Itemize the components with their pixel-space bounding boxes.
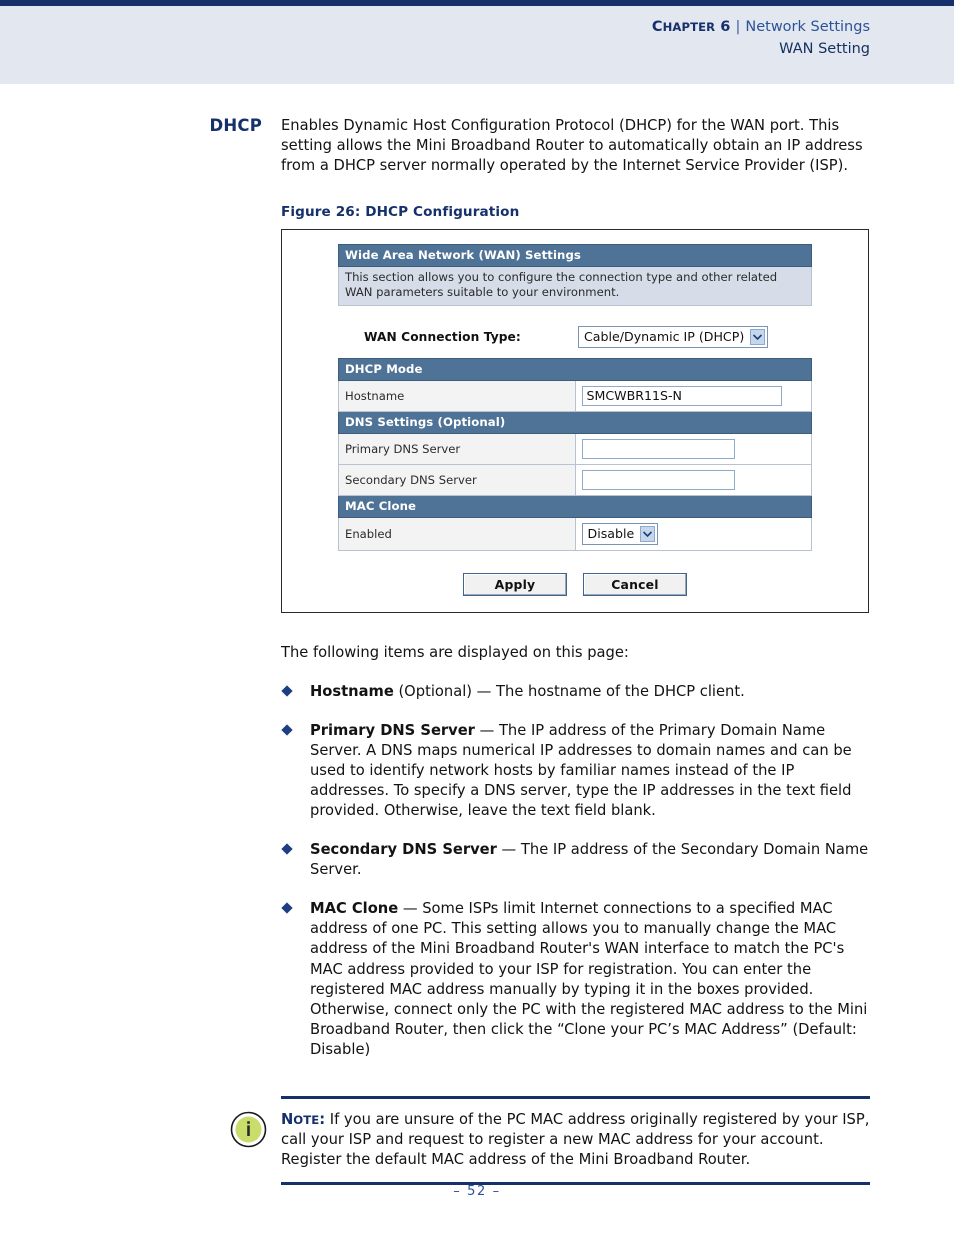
wan-connection-type-label: WAN Connection Type: [364,329,521,344]
page-running-header: CHAPTER 6 | Network Settings WAN Setting [0,0,954,84]
row-label-secondary-dns: Secondary DNS Server [338,463,576,496]
chapter-line: CHAPTER 6 | Network Settings [652,17,870,37]
wan-settings-title-bar: Wide Area Network (WAN) Settings [338,244,812,268]
dhcp-description-paragraph: Enables Dynamic Host Configuration Proto… [281,117,863,175]
section-bar-label: DNS Settings (Optional) [338,410,812,434]
dhcp-section: DHCP Enables Dynamic Host Configuration … [0,116,954,176]
figure-caption: Figure 26: DHCP Configuration [281,204,520,221]
figure-frame: Wide Area Network (WAN) Settings This se… [281,229,869,613]
diamond-bullet-icon [281,902,293,915]
diamond-bullet-icon [281,724,293,736]
diamond-bullet-icon [281,843,293,855]
list-item-term: Secondary DNS Server [310,841,497,859]
dhcp-settings-table: DHCP Mode Hostname SMCWBR11S-N DNS Setti… [338,357,812,551]
list-item: Hostname (Optional) — The hostname of th… [281,682,870,702]
note-label: NOTE: [281,1110,326,1128]
items-intro-text: The following items are displayed on thi… [281,643,629,661]
form-button-row: Apply Cancel [338,572,812,596]
row-field-secondary-dns [574,463,812,496]
wan-settings-description: This section allows you to configure the… [338,267,812,306]
table-row-hostname: Hostname SMCWBR11S-N [338,379,812,412]
chevron-down-icon[interactable] [750,328,766,345]
apply-button[interactable]: Apply [463,572,567,596]
items-bullet-list: Hostname (Optional) — The hostname of th… [281,682,870,1060]
row-field-primary-dns [574,432,812,465]
header-separator: | [735,19,741,35]
note-callout: NOTE: If you are unsure of the PC MAC ad… [230,1095,870,1186]
table-row-mac-clone-enabled: Enabled Disable [338,516,812,551]
cancel-button[interactable]: Cancel [583,572,687,596]
list-item: MAC Clone — Some ISPs limit Internet con… [281,899,870,1060]
header-text-block: CHAPTER 6 | Network Settings WAN Setting [652,17,870,59]
section-bar-mac-clone: MAC Clone [338,494,812,518]
chapter-topic: Network Settings [745,19,870,35]
list-item-text: — Some ISPs limit Internet connections t… [310,900,868,1058]
page-content: DHCP Enables Dynamic Host Configuration … [0,84,954,1186]
wan-connection-type-select[interactable]: Cable/Dynamic IP (DHCP) [578,325,769,348]
mac-clone-enabled-value: Disable [587,526,635,542]
items-description-block: The following items are displayed on thi… [0,643,954,1060]
section-bar-dns-settings: DNS Settings (Optional) [338,410,812,434]
router-ui-screenshot: Wide Area Network (WAN) Settings This se… [338,244,812,596]
row-field-mac-clone-enabled: Disable [574,516,812,551]
hostname-input[interactable]: SMCWBR11S-N [581,385,782,406]
section-bar-label: MAC Clone [338,494,812,518]
list-item: Primary DNS Server — The IP address of t… [281,721,870,821]
chapter-label: CHAPTER 6 [651,19,731,35]
table-row-secondary-dns: Secondary DNS Server [338,463,812,496]
wan-connection-type-row: WAN Connection Type: Cable/Dynamic IP (D… [338,325,812,348]
section-bar-dhcp-mode: DHCP Mode [338,357,812,381]
wan-connection-type-value: Cable/Dynamic IP (DHCP) [584,329,745,345]
mac-clone-enabled-select[interactable]: Disable [581,522,659,545]
list-item-term: Hostname [310,682,394,700]
diamond-bullet-icon [281,685,293,697]
secondary-dns-input[interactable] [581,469,735,490]
primary-dns-input[interactable] [581,438,735,459]
section-bar-label: DHCP Mode [338,357,812,381]
note-body: If you are unsure of the PC MAC address … [281,1110,870,1168]
row-label-mac-clone-enabled: Enabled [338,516,576,551]
header-subtitle: WAN Setting [779,41,870,57]
row-field-hostname: SMCWBR11S-N [574,379,812,412]
page-number-footer: – 52 – [453,1184,501,1199]
chevron-down-icon[interactable] [640,525,656,542]
list-item-term: Primary DNS Server [310,721,475,739]
margin-heading-dhcp: DHCP [209,116,262,135]
note-text: NOTE: If you are unsure of the PC MAC ad… [281,1110,870,1170]
row-label-hostname: Hostname [338,379,576,412]
table-row-primary-dns: Primary DNS Server [338,432,812,465]
row-label-primary-dns: Primary DNS Server [338,432,576,465]
list-item: Secondary DNS Server — The IP address of… [281,840,870,880]
info-icon [230,1111,267,1148]
list-item-text: (Optional) — The hostname of the DHCP cl… [393,682,745,700]
list-item-term: MAC Clone [310,900,399,918]
